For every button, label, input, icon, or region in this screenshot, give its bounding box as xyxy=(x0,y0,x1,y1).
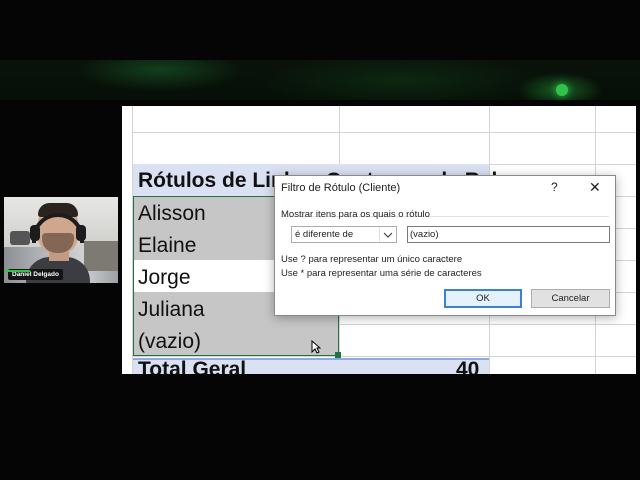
accent-bar xyxy=(4,270,30,272)
ok-button[interactable]: OK xyxy=(444,289,522,308)
help-icon[interactable]: ? xyxy=(551,180,558,194)
row-label-cell[interactable]: Juliana xyxy=(138,298,205,322)
row-label-cell[interactable]: Jorge xyxy=(138,266,191,290)
mouse-cursor-icon xyxy=(311,340,321,354)
filter-value-input[interactable] xyxy=(407,226,610,243)
cancel-button[interactable]: Cancelar xyxy=(531,289,610,308)
row-label-cell[interactable]: Alisson xyxy=(138,202,206,226)
operator-select[interactable]: é diferente de xyxy=(291,226,397,243)
hint-char-series: Use * para representar uma série de cara… xyxy=(281,268,482,279)
header-banner xyxy=(0,60,640,100)
operator-select-value: é diferente de xyxy=(295,229,354,240)
grand-total-label: Total Geral xyxy=(138,358,247,374)
grand-total-value: 40 xyxy=(456,358,480,374)
hint-single-char: Use ? para representar um único caracter… xyxy=(281,254,463,265)
brand-logo-icon xyxy=(556,84,568,96)
chevron-down-icon[interactable] xyxy=(379,227,396,242)
row-label-cell[interactable]: (vazio) xyxy=(138,330,201,354)
row-label-cell[interactable]: Elaine xyxy=(138,234,196,258)
label-filter-dialog: Filtro de Rótulo (Cliente) ? ✕ Mostrar i… xyxy=(274,175,616,316)
dialog-title: Filtro de Rótulo (Cliente) xyxy=(281,182,401,194)
close-icon[interactable]: ✕ xyxy=(589,179,601,196)
filter-prompt: Mostrar itens para os quais o rótulo xyxy=(281,209,430,220)
